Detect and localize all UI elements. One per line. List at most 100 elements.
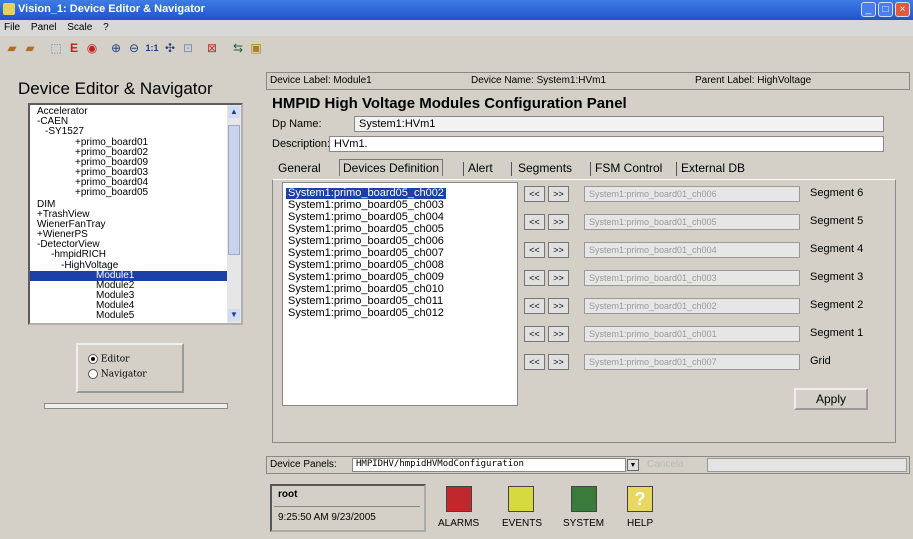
alarm-icon[interactable] xyxy=(446,486,472,512)
dp-name-label: Dp Name: xyxy=(272,118,322,130)
list-item[interactable]: System1:primo_board05_ch010 xyxy=(288,284,444,295)
navigator-icon[interactable]: ◉ xyxy=(84,40,100,56)
move-left-button[interactable]: << xyxy=(524,298,545,314)
window-title: Vision_1: Device Editor & Navigator xyxy=(18,3,205,15)
tab-devices-definition[interactable]: Devices Definition xyxy=(339,159,444,176)
disabled-select xyxy=(707,458,907,472)
move-left-button[interactable]: << xyxy=(524,186,545,202)
device-panels-label: Device Panels: xyxy=(270,459,337,470)
main-panel: Device Label: Module1 Device Name: Syste… xyxy=(262,62,913,539)
move-right-button[interactable]: >> xyxy=(548,326,569,342)
alarms-label[interactable]: ALARMS xyxy=(438,518,479,529)
tree-item[interactable]: +primo_board05 xyxy=(75,188,148,198)
folder-icon[interactable]: ▣ xyxy=(248,40,264,56)
navigator-radio[interactable]: Navigator xyxy=(88,369,147,380)
tree-item[interactable]: Module5 xyxy=(96,311,134,321)
editor-radio[interactable]: Editor xyxy=(88,354,129,365)
title-bar: Vision_1: Device Editor & Navigator _ □ … xyxy=(0,0,913,20)
description-field[interactable]: HVm1. xyxy=(329,136,884,152)
fit-icon[interactable]: ⊡ xyxy=(180,40,196,56)
tab-external-db[interactable]: External DB xyxy=(681,161,745,175)
scroll-down-icon[interactable]: ▼ xyxy=(228,309,240,321)
dp-name-field: System1:HVm1 xyxy=(354,116,884,132)
parent-label: Parent Label: HighVoltage xyxy=(695,75,812,86)
minimize-button[interactable]: _ xyxy=(861,2,876,17)
menu-help[interactable]: ? xyxy=(99,20,113,33)
save-folder-icon[interactable]: ▰ xyxy=(22,40,38,56)
move-right-button[interactable]: >> xyxy=(548,214,569,230)
move-right-button[interactable]: >> xyxy=(548,298,569,314)
description-label: Description: xyxy=(272,138,331,150)
help-label[interactable]: HELP xyxy=(627,518,653,529)
move-icon[interactable]: ✣ xyxy=(162,40,178,56)
tree-item[interactable]: -SY1527 xyxy=(45,127,84,137)
tree-item[interactable]: -hmpidRICH xyxy=(51,250,106,260)
segment-6-field: System1:primo_board01_ch006 xyxy=(584,186,800,202)
move-right-button[interactable]: >> xyxy=(548,354,569,370)
device-panels-bar: Device Panels: HMPIDHV/hmpidHVModConfigu… xyxy=(266,456,910,474)
close-button[interactable]: × xyxy=(895,2,910,17)
list-item[interactable]: System1:primo_board05_ch004 xyxy=(288,212,444,223)
list-item[interactable]: System1:primo_board05_ch012 xyxy=(288,308,444,319)
progress-bar xyxy=(44,403,228,409)
help-icon[interactable]: ? xyxy=(627,486,653,512)
radio-unchecked-icon xyxy=(88,369,98,379)
system-label[interactable]: SYSTEM xyxy=(563,518,604,529)
chevron-down-icon[interactable]: ▼ xyxy=(627,459,639,471)
editor-icon[interactable]: E xyxy=(66,40,82,56)
list-item[interactable]: System1:primo_board05_ch006 xyxy=(288,236,444,247)
device-label: Device Label: Module1 xyxy=(270,75,372,86)
move-right-button[interactable]: >> xyxy=(548,270,569,286)
zoom-out-icon[interactable]: ⊖ xyxy=(126,40,142,56)
app-icon xyxy=(3,3,15,15)
scroll-thumb[interactable] xyxy=(228,125,240,255)
print-icon[interactable]: ⊠ xyxy=(204,40,220,56)
bottom-area: Device Panels: HMPIDHV/hmpidHVModConfigu… xyxy=(266,456,910,538)
tree-scrollbar[interactable]: ▲ ▼ xyxy=(227,105,241,323)
move-left-button[interactable]: << xyxy=(524,242,545,258)
list-item[interactable]: System1:primo_board05_ch008 xyxy=(288,260,444,271)
segment-5-field: System1:primo_board01_ch005 xyxy=(584,214,800,230)
events-label[interactable]: EVENTS xyxy=(502,518,542,529)
zoom-in-icon[interactable]: ⊕ xyxy=(108,40,124,56)
connect-icon[interactable]: ⇆ xyxy=(230,40,246,56)
maximize-button[interactable]: □ xyxy=(878,2,893,17)
device-panels-select[interactable]: HMPIDHV/hmpidHVModConfiguration xyxy=(352,458,626,472)
list-item[interactable]: System1:primo_board05_ch005 xyxy=(288,224,444,235)
move-right-button[interactable]: >> xyxy=(548,186,569,202)
list-item[interactable]: System1:primo_board05_ch011 xyxy=(288,296,443,307)
tab-alert[interactable]: Alert xyxy=(468,161,493,175)
panel-title: HMPID High Voltage Modules Configuration… xyxy=(272,95,627,112)
device-tree[interactable]: Accelerator -CAEN -SY1527 +primo_board01… xyxy=(28,103,243,325)
channel-list[interactable]: System1:primo_board05_ch002 System1:prim… xyxy=(282,182,518,406)
zoom-reset-icon[interactable]: 1:1 xyxy=(144,40,160,56)
move-left-button[interactable]: << xyxy=(524,214,545,230)
menu-bar: File Panel Scale ? xyxy=(0,20,913,36)
move-left-button[interactable]: << xyxy=(524,354,545,370)
list-item-selected[interactable]: System1:primo_board05_ch002 xyxy=(286,188,446,199)
tab-segments[interactable]: Segments xyxy=(518,161,572,175)
menu-file[interactable]: File xyxy=(0,20,24,33)
system-icon[interactable] xyxy=(571,486,597,512)
segment-2-field: System1:primo_board01_ch002 xyxy=(584,298,800,314)
tab-fsm-control[interactable]: FSM Control xyxy=(595,161,662,175)
move-right-button[interactable]: >> xyxy=(548,242,569,258)
segment-4-field: System1:primo_board01_ch004 xyxy=(584,242,800,258)
events-icon[interactable] xyxy=(508,486,534,512)
move-left-button[interactable]: << xyxy=(524,326,545,342)
tab-separator xyxy=(676,162,677,176)
segment-1-label: Segment 1 xyxy=(810,327,864,339)
menu-panel[interactable]: Panel xyxy=(27,20,61,33)
tab-general[interactable]: General xyxy=(278,161,321,175)
open-folder-icon[interactable]: ▰ xyxy=(4,40,20,56)
scroll-up-icon[interactable]: ▲ xyxy=(228,106,240,118)
move-left-button[interactable]: << xyxy=(524,270,545,286)
list-item[interactable]: System1:primo_board05_ch007 xyxy=(288,248,444,259)
cursor-icon[interactable]: ⬚ xyxy=(48,40,64,56)
segment-1-field: System1:primo_board01_ch001 xyxy=(584,326,800,342)
menu-scale[interactable]: Scale xyxy=(63,20,96,33)
list-item[interactable]: System1:primo_board05_ch003 xyxy=(288,200,444,211)
apply-button[interactable]: Apply xyxy=(794,388,868,410)
radio-checked-icon xyxy=(88,354,98,364)
list-item[interactable]: System1:primo_board05_ch009 xyxy=(288,272,444,283)
